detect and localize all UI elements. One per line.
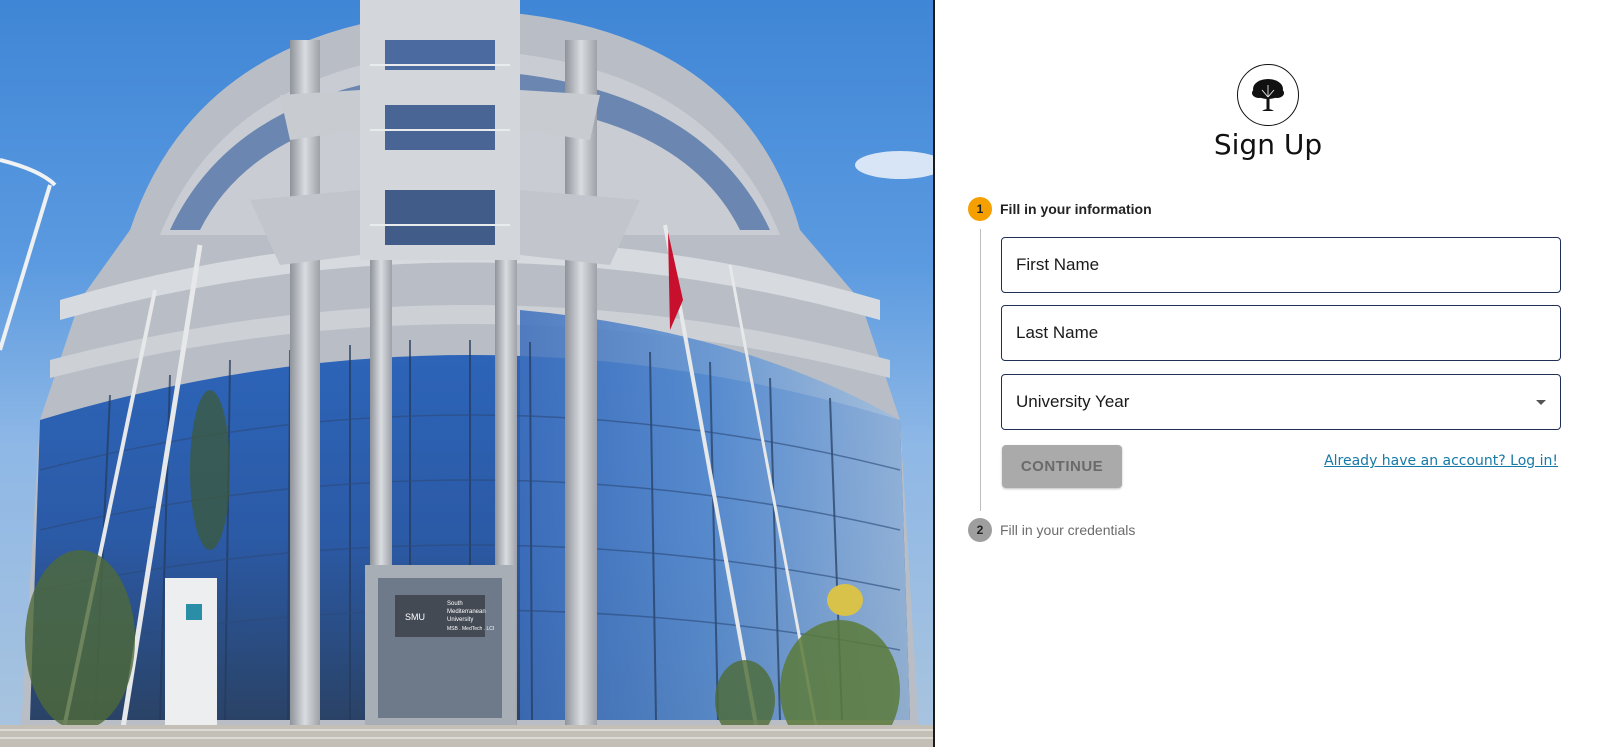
last-name-field[interactable] xyxy=(1001,305,1561,361)
university-year-label: University Year xyxy=(1016,392,1130,411)
step-1-badge: 1 xyxy=(968,197,992,221)
dropdown-caret-icon xyxy=(1536,399,1546,405)
first-name-input[interactable] xyxy=(1002,238,1560,292)
step-1-label: Fill in your information xyxy=(1000,201,1152,217)
login-link[interactable]: Already have an account? Log in! xyxy=(1324,453,1558,469)
step-2-badge: 2 xyxy=(968,518,992,542)
university-year-select[interactable]: University Year xyxy=(1001,374,1561,430)
svg-text:MSB . MedTech . LCI: MSB . MedTech . LCI xyxy=(447,626,494,632)
page-title: Sign Up xyxy=(1213,128,1323,161)
hero-image: SMU South Mediterranean University MSB .… xyxy=(0,0,933,747)
svg-text:University: University xyxy=(447,617,473,623)
svg-text:South: South xyxy=(447,601,463,607)
step-connector-line xyxy=(980,229,981,511)
step-2-label: Fill in your credentials xyxy=(1000,522,1136,538)
continue-button[interactable]: CONTINUE xyxy=(1002,445,1122,488)
first-name-field[interactable] xyxy=(1001,237,1561,293)
tree-icon xyxy=(1237,64,1299,126)
signup-panel: Sign Up 1 Fill in your information Unive… xyxy=(935,0,1600,747)
svg-text:SMU: SMU xyxy=(405,612,425,622)
svg-text:Mediterranean: Mediterranean xyxy=(447,609,486,615)
last-name-input[interactable] xyxy=(1002,306,1560,360)
